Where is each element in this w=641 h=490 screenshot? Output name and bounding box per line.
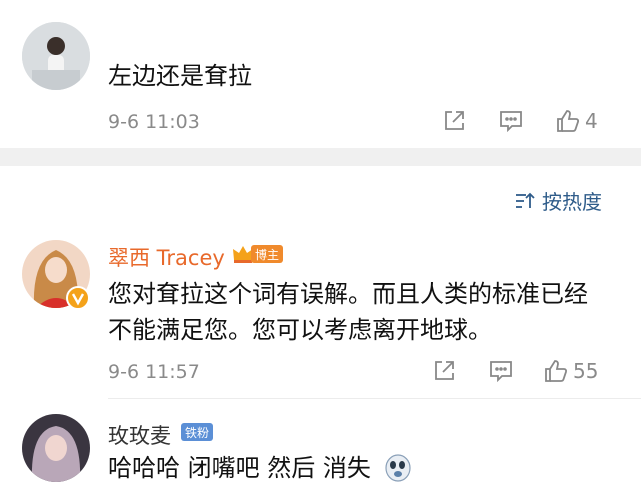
share-icon (445, 111, 464, 130)
avatar[interactable] (22, 22, 90, 90)
comment-time: 9-6 11:03 (108, 111, 200, 133)
comment-text: 左边还是耷拉 (108, 62, 252, 90)
like-button[interactable]: 55 (543, 358, 598, 384)
like-button[interactable]: 4 (555, 108, 598, 134)
reply-button[interactable] (498, 109, 524, 133)
section-divider (0, 148, 641, 166)
comment-icon (500, 111, 522, 133)
sort-button[interactable]: 按热度 (514, 186, 602, 215)
comment-text: 哈哈哈 闭嘴吧 然后 消失 (108, 454, 371, 482)
share-button[interactable] (442, 109, 466, 133)
share-icon (435, 361, 454, 380)
comment-username[interactable]: 玫玫麦 (108, 420, 171, 450)
sort-label: 按热度 (542, 190, 602, 214)
comment-username[interactable]: 翠西 Tracey (108, 242, 225, 272)
emoji-icon (384, 452, 412, 486)
comment-icon (490, 361, 512, 383)
thumbs-up-icon (557, 110, 580, 132)
comment-time: 9-6 11:57 (108, 361, 200, 383)
sort-icon (516, 192, 535, 208)
thumbs-up-icon (545, 360, 568, 382)
fan-badge: 铁粉 (181, 423, 214, 441)
verified-badge-icon (66, 286, 90, 310)
comment-separator (108, 398, 641, 399)
comment-text-line: 您对耷拉这个词有误解。而且人类的标准已经 (108, 280, 588, 308)
like-count: 4 (585, 109, 598, 133)
share-button[interactable] (432, 359, 456, 383)
reply-button[interactable] (488, 359, 514, 383)
avatar[interactable] (22, 414, 90, 482)
like-count: 55 (573, 359, 599, 383)
comment-text-line: 不能满足您。您可以考虑离开地球。 (108, 316, 492, 344)
blogger-badge: 博主 (251, 245, 284, 263)
